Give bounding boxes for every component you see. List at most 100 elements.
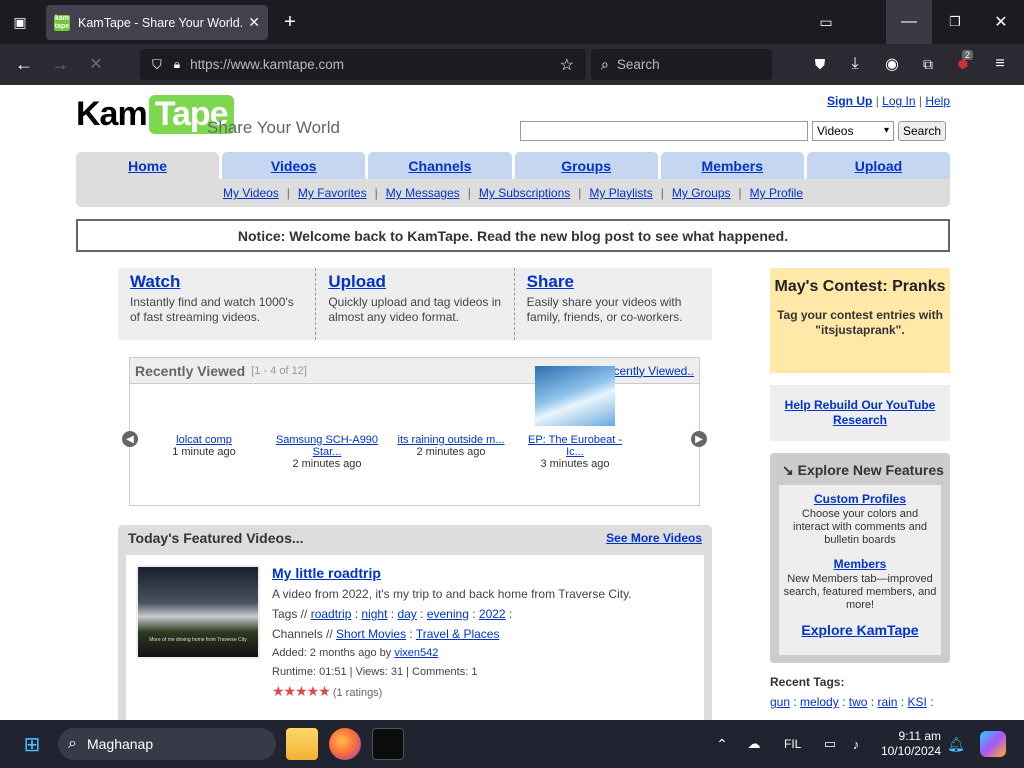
downloads-icon[interactable]: ⤓ — [843, 52, 867, 76]
extensions-icon[interactable]: ⧉ — [916, 52, 940, 76]
login-link[interactable]: Log In — [882, 94, 915, 108]
author-link[interactable]: vixen542 — [394, 647, 438, 659]
tab-members[interactable]: Members — [660, 152, 804, 179]
language-indicator[interactable]: FIL — [784, 737, 801, 751]
intro-watch-link[interactable]: Watch — [130, 272, 180, 291]
featured-video-title[interactable]: My little roadtrip — [272, 565, 381, 581]
bookmark-star-icon[interactable]: ☆ — [560, 55, 574, 75]
next-arrow-icon[interactable]: ▶ — [691, 431, 707, 447]
subnav-my-groups[interactable]: My Groups — [672, 186, 731, 200]
windows-start-icon[interactable]: ⊞ — [20, 732, 44, 756]
tag-link[interactable]: evening — [427, 607, 469, 621]
tab-close-icon[interactable]: ✕ — [248, 14, 260, 31]
video-thumbnail[interactable]: More of me driving home from Traverse Ci… — [136, 565, 260, 659]
close-window-icon[interactable]: ✕ — [978, 0, 1024, 44]
site-search-input[interactable] — [520, 121, 808, 141]
subnav-my-subscriptions[interactable]: My Subscriptions — [479, 186, 570, 200]
back-icon[interactable]: ← — [12, 52, 36, 76]
members-link[interactable]: Members — [834, 557, 887, 571]
taskbar-search[interactable]: ⌕ Maghanap — [58, 728, 276, 760]
browser-tab[interactable]: kam tape KamTape - Share Your World. ✕ — [46, 5, 268, 40]
subnav-my-profile[interactable]: My Profile — [750, 186, 803, 200]
tag-link[interactable]: 2022 — [479, 607, 506, 621]
browser-search-box[interactable]: ⌕ Search — [591, 49, 772, 80]
account-links: Sign Up | Log In | Help — [827, 94, 950, 108]
tab-list-icon[interactable]: ▣ — [8, 10, 32, 34]
tag-link[interactable]: rain — [877, 695, 897, 709]
subnav-my-videos[interactable]: My Videos — [223, 186, 279, 200]
intro-share-link[interactable]: Share — [527, 272, 574, 291]
channel-link[interactable]: Travel & Places — [416, 627, 500, 641]
list-item[interactable]: lolcat comp 1 minute ago — [149, 434, 259, 458]
taskbar-clock[interactable]: 9:11 am 10/10/2024 — [881, 729, 941, 759]
signup-link[interactable]: Sign Up — [827, 94, 872, 108]
recent-video-title[interactable]: EP: The Eurobeat - Ic... — [528, 434, 622, 458]
help-link[interactable]: Help — [925, 94, 950, 108]
channel-link[interactable]: Short Movies — [336, 627, 406, 641]
tag-link[interactable]: night — [361, 607, 387, 621]
tab-upload[interactable]: Upload — [806, 152, 951, 179]
site-search-button[interactable]: Search — [898, 121, 947, 141]
list-item[interactable]: its raining outside m... 2 minutes ago — [396, 434, 506, 458]
rebuild-link[interactable]: Help Rebuild Our YouTube Research — [770, 398, 950, 428]
account-icon[interactable]: ◉ — [880, 52, 904, 76]
tab-groups[interactable]: Groups — [514, 152, 658, 179]
file-explorer-icon[interactable] — [286, 728, 318, 760]
copilot-icon[interactable] — [980, 731, 1006, 757]
minimize-window-icon[interactable]: — — [886, 0, 932, 44]
intro-upload-link[interactable]: Upload — [328, 272, 386, 291]
stop-loading-icon[interactable]: ✕ — [84, 52, 108, 76]
contest-desc: Tag your contest entries with "itsjustap… — [777, 308, 943, 337]
recent-video-title[interactable]: its raining outside m... — [398, 434, 505, 446]
list-item[interactable]: EP: The Eurobeat - Ic... 3 minutes ago — [520, 366, 630, 470]
browser-nav-bar: ← → ✕ ⛉ 🔒︎ https://www.kamtape.com ☆ ⌕ S… — [0, 44, 1024, 85]
intro-watch-desc: Instantly find and watch 1000's of fast … — [130, 295, 294, 324]
chevron-up-icon[interactable]: ⌃ — [712, 732, 732, 756]
lock-icon[interactable]: 🔒︎ — [174, 57, 180, 72]
search-type-select[interactable]: Videos ▾ — [812, 121, 894, 141]
tag-link[interactable]: gun — [770, 695, 790, 709]
address-bar[interactable]: ⛉ 🔒︎ https://www.kamtape.com ☆ — [140, 49, 586, 80]
tag-link[interactable]: day — [397, 607, 416, 621]
tag-link[interactable]: roadtrip — [311, 607, 352, 621]
restore-window-icon[interactable]: ❐ — [932, 0, 978, 44]
list-item[interactable]: Samsung SCH-A990 Star... 2 minutes ago — [272, 434, 382, 470]
tag-link[interactable]: KSI — [907, 695, 926, 709]
forward-icon[interactable]: → — [48, 52, 72, 76]
network-icon[interactable]: ☁ — [744, 732, 764, 756]
featured-video-rating: ★★★★★ (1 ratings) — [272, 682, 632, 703]
tab-videos[interactable]: Videos — [222, 152, 366, 179]
subnav-my-favorites[interactable]: My Favorites — [298, 186, 367, 200]
tag-link[interactable]: two — [849, 695, 868, 709]
search-icon: ⌕ — [68, 735, 77, 752]
video-thumbnail[interactable] — [535, 366, 615, 426]
url-text[interactable]: https://www.kamtape.com — [190, 57, 344, 72]
intro-watch: Watch Instantly find and watch 1000's of… — [118, 268, 315, 340]
menu-icon[interactable]: ≡ — [988, 52, 1012, 76]
rating-stars-icon[interactable]: ★★★★★ — [272, 683, 331, 699]
firefox-icon[interactable] — [329, 728, 361, 760]
shield-icon[interactable]: ⛉ — [152, 57, 162, 73]
intro-share-desc: Easily share your videos with family, fr… — [526, 295, 683, 324]
terminal-icon[interactable] — [372, 728, 404, 760]
featured-video-added: Added: 2 months ago by vixen542 — [272, 647, 439, 659]
tab-home[interactable]: Home — [76, 152, 220, 179]
volume-icon[interactable]: ♪ — [846, 732, 866, 756]
new-tab-icon[interactable]: + — [278, 10, 302, 34]
see-more-videos-link[interactable]: See More Videos — [606, 531, 702, 545]
wifi-icon[interactable]: ▭ — [820, 732, 840, 756]
explore-kamtape-link[interactable]: Explore KamTape — [801, 622, 918, 638]
notification-bell-icon[interactable]: 🔔︎ — [946, 732, 966, 756]
tag-link[interactable]: melody — [800, 695, 839, 709]
pocket-icon[interactable]: ⛊ — [808, 52, 832, 76]
tab-channels[interactable]: Channels — [368, 152, 512, 179]
subnav-my-playlists[interactable]: My Playlists — [589, 186, 652, 200]
custom-profiles-link[interactable]: Custom Profiles — [814, 492, 906, 506]
prev-arrow-icon[interactable]: ◀ — [122, 431, 138, 447]
site-search-form: Videos ▾ Search — [520, 121, 947, 141]
recent-video-title[interactable]: lolcat comp — [176, 434, 232, 446]
recent-video-title[interactable]: Samsung SCH-A990 Star... — [276, 434, 378, 458]
tab-folder-icon[interactable]: ▭ — [814, 10, 838, 34]
subnav-my-messages[interactable]: My Messages — [386, 186, 460, 200]
browser-tab-bar: ▣ kam tape KamTape - Share Your World. ✕… — [0, 0, 1024, 44]
